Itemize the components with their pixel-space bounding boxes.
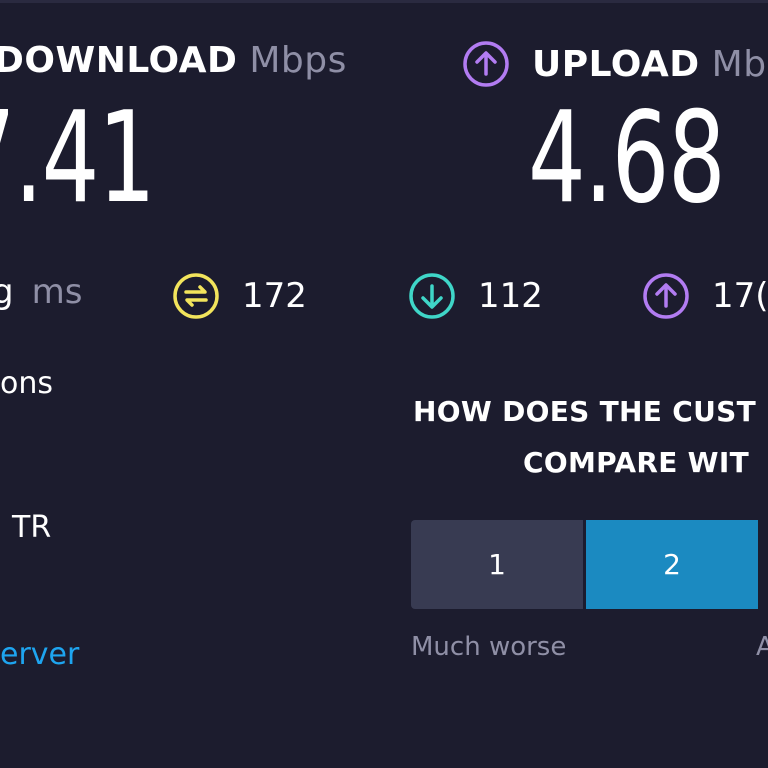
rating-option-1[interactable]: 1 [411,520,583,609]
upload-speed-value: 4.68 [528,84,726,231]
download-header: DOWNLOAD Mbps [0,40,347,81]
ping-unit-group: g ms [0,272,82,312]
upload-header: UPLOAD Mb [462,40,767,88]
upload-unit: Mb [711,43,767,85]
download-unit: Mbps [249,40,347,81]
rating-option-1-label: 1 [488,548,506,581]
rating-option-2[interactable]: 2 [586,520,758,609]
unloaded-latency-value: 172 [242,276,307,316]
rating-option-2-label: 2 [663,548,681,581]
upload-latency: 17( [642,272,768,320]
ping-unit: ms [31,272,83,312]
survey-question-line2: COMPARE WIT [523,446,749,479]
connections-label: ons [0,366,53,401]
server-location: TR [12,510,52,545]
speedtest-result-view: DOWNLOAD Mbps UPLOAD Mb 7.41 4.68 g ms 1… [0,0,768,768]
scale-low-label: Much worse [411,632,567,662]
upload-latency-arrow-icon [642,272,690,320]
upload-label: UPLOAD [532,43,700,85]
download-latency-value: 112 [478,276,543,316]
upload-latency-value: 17( [712,276,768,316]
change-server-link[interactable]: erver [0,637,79,672]
unloaded-latency: 172 [172,272,307,320]
download-label: DOWNLOAD [0,40,238,81]
top-divider [0,0,768,3]
download-speed-value: 7.41 [0,84,156,231]
download-arrow-icon [408,272,456,320]
latency-exchange-icon [172,272,220,320]
download-latency: 112 [408,272,543,320]
upload-arrow-icon [462,40,510,88]
scale-next-label: A [756,632,768,662]
ping-unit-fragment: g [0,272,14,312]
survey-question-line1: HOW DOES THE CUST [413,395,757,428]
